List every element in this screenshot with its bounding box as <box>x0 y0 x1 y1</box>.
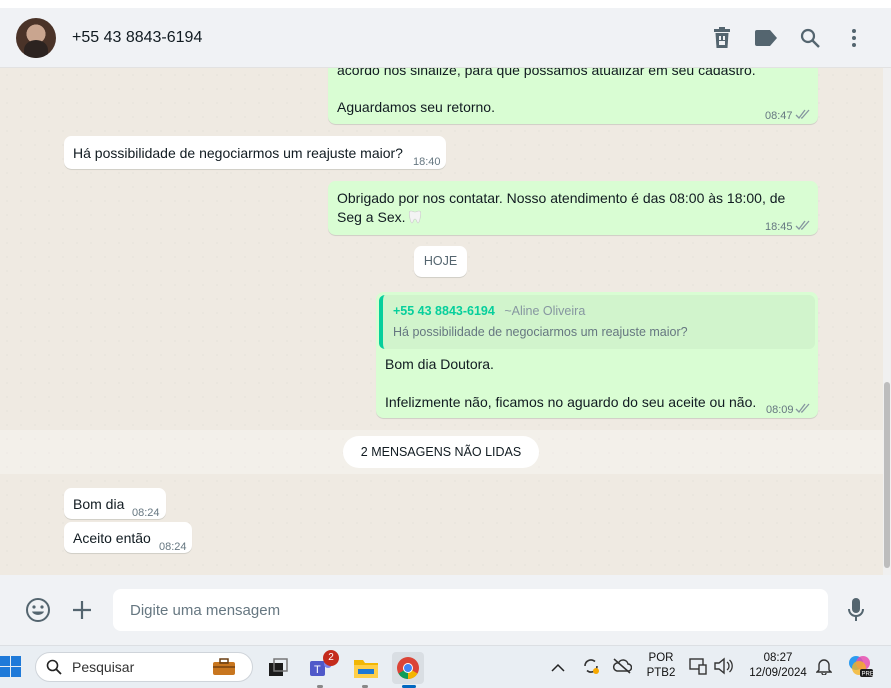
read-ticks-icon <box>795 220 810 230</box>
read-ticks-icon <box>795 109 810 119</box>
briefcase-icon <box>212 658 236 681</box>
chrome-app-icon[interactable] <box>392 652 424 684</box>
quote-author: +55 43 8843-6194 <box>393 304 495 318</box>
chevron-up-icon[interactable] <box>551 660 565 678</box>
teams-app-icon[interactable]: T 2 <box>305 650 339 684</box>
message-text: Seg a Sex. <box>337 209 406 225</box>
chat-scroll-thumb[interactable] <box>884 382 890 568</box>
task-view-icon[interactable] <box>262 652 294 684</box>
message-text: Infelizmente não, ficamos no aguardo do … <box>385 394 757 410</box>
message-time: 08:24 <box>132 507 160 519</box>
emoji-icon[interactable] <box>25 597 51 623</box>
message-time: 08:24 <box>159 541 187 553</box>
windows-taskbar: Pesquisar T 2 POR PTB2 08:27 12/09/2024 <box>0 645 891 688</box>
outgoing-message[interactable]: acordo nos sinalize, para que possamos a… <box>328 68 818 124</box>
volume-icon[interactable] <box>713 657 733 680</box>
chat-header: +55 43 8843-6194 <box>0 0 891 68</box>
chat-messages-area[interactable]: acordo nos sinalize, para que possamos a… <box>0 68 883 575</box>
windows-start-icon[interactable] <box>0 656 22 678</box>
outgoing-reply-message[interactable]: +55 43 8843-6194 ~Aline Oliveira Há poss… <box>376 292 818 418</box>
file-explorer-icon[interactable] <box>350 652 382 684</box>
cloud-offline-icon[interactable] <box>612 657 633 680</box>
message-input[interactable] <box>113 589 828 631</box>
contact-avatar[interactable] <box>16 17 56 58</box>
message-text: Bom dia Doutora. <box>385 356 494 372</box>
svg-text:T: T <box>314 664 321 676</box>
network-icon[interactable] <box>689 657 707 680</box>
label-icon[interactable] <box>755 27 777 49</box>
message-time: 18:45 <box>765 221 793 233</box>
copilot-icon[interactable]: PRE <box>847 654 874 683</box>
incoming-message[interactable]: Bom dia 08:24 <box>64 488 166 519</box>
delete-icon[interactable] <box>711 26 733 49</box>
clock-time: 08:27 <box>763 652 793 664</box>
contact-name[interactable]: +55 43 8843-6194 <box>72 29 202 47</box>
unread-messages-divider: 2 MENSAGENS NÃO LIDAS <box>343 436 539 468</box>
incoming-message[interactable]: Há possibilidade de negociarmos um reaju… <box>64 136 446 169</box>
search-icon[interactable] <box>799 27 821 49</box>
clock-date: 12/09/2024 <box>749 667 807 679</box>
message-time: 08:09 <box>766 404 794 416</box>
keyboard-layout: PTB2 <box>646 667 676 679</box>
quote-pushname: ~Aline Oliveira <box>504 304 586 318</box>
taskbar-search[interactable]: Pesquisar <box>35 652 253 682</box>
teams-badge: 2 <box>323 650 339 666</box>
quoted-message[interactable]: +55 43 8843-6194 ~Aline Oliveira Há poss… <box>379 295 815 349</box>
message-text: Aceito então <box>73 530 151 546</box>
message-text: Bom dia <box>73 496 125 512</box>
message-text: Há possibilidade de negociarmos um reaju… <box>73 145 403 161</box>
attach-plus-icon[interactable] <box>69 597 95 623</box>
outgoing-message[interactable]: Obrigado por nos contatar. Nosso atendim… <box>328 181 818 235</box>
keyboard-language[interactable]: POR PTB2 <box>645 651 677 681</box>
message-time: 18:40 <box>413 156 441 168</box>
message-time: 08:47 <box>765 110 793 122</box>
sync-icon[interactable] <box>581 656 601 681</box>
language-code: POR <box>648 652 674 664</box>
incoming-message[interactable]: Aceito então 08:24 <box>64 522 192 553</box>
message-text: Aguardamos seu retorno. <box>337 99 495 115</box>
message-text: acordo nos sinalize, para que possamos a… <box>337 68 756 78</box>
message-text: Obrigado por nos contatar. Nosso atendim… <box>337 190 786 206</box>
menu-icon[interactable] <box>843 27 865 49</box>
taskbar-search-label: Pesquisar <box>72 659 135 675</box>
read-ticks-icon <box>795 403 810 413</box>
search-icon <box>46 659 62 675</box>
quote-text: Há possibilidade de negociarmos um reaju… <box>393 325 688 339</box>
clock[interactable]: 08:27 12/09/2024 <box>744 651 812 681</box>
date-divider-label: HOJE <box>423 254 458 268</box>
tooth-emoji-icon <box>409 210 422 224</box>
date-divider: HOJE <box>414 246 467 277</box>
notifications-bell-icon[interactable] <box>815 657 833 680</box>
message-composer <box>0 575 891 645</box>
microphone-icon[interactable] <box>843 597 869 623</box>
unread-label: 2 MENSAGENS NÃO LIDAS <box>360 445 522 459</box>
svg-text:PRE: PRE <box>862 672 874 678</box>
